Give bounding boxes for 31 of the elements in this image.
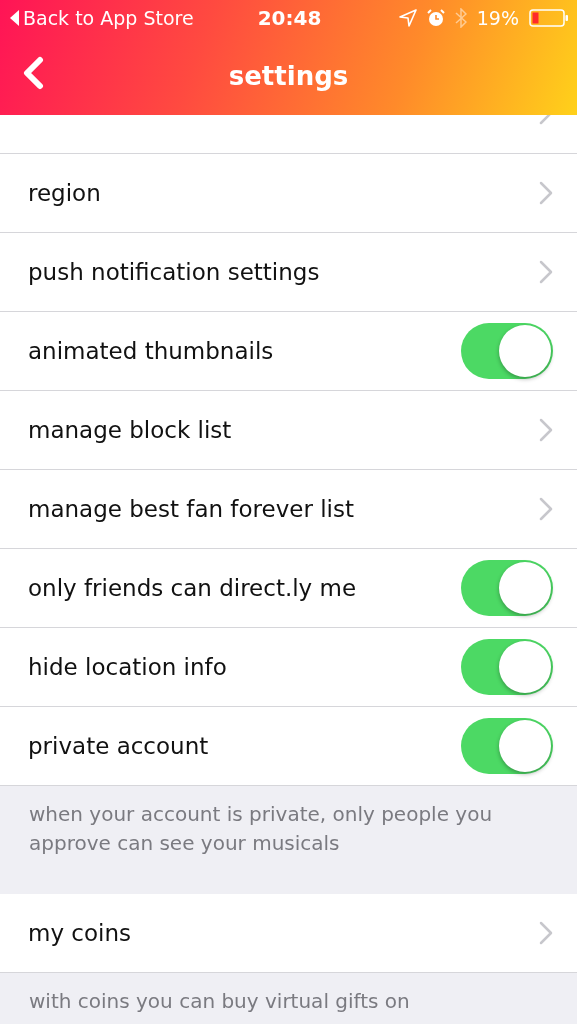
alarm-clock-icon <box>426 9 445 27</box>
chevron-icon <box>539 260 553 284</box>
toggle-switch[interactable] <box>461 639 553 695</box>
row-label: private account <box>28 733 210 759</box>
row-label: region <box>28 180 102 206</box>
row-label: animated thumbnails <box>28 338 275 364</box>
back-to-app-link[interactable]: Back to App Store <box>23 7 194 29</box>
back-button[interactable] <box>22 56 44 90</box>
row-label: my coins <box>28 920 132 946</box>
chevron-icon <box>539 921 553 945</box>
chevron-icon <box>539 181 553 205</box>
row-label: hide location info <box>28 654 228 680</box>
toggle-switch[interactable] <box>461 323 553 379</box>
section-footnote: when your account is private, only people you approve can see your musicals <box>29 801 494 857</box>
section-footnote: with coins you can buy virtual gifts on <box>29 988 411 1015</box>
screen-title: settings <box>228 60 349 91</box>
row-label: manage best fan forever list <box>28 496 355 522</box>
row-label: push notification settings <box>28 259 321 285</box>
battery-percent: 19% <box>476 7 519 29</box>
row-label: manage block list <box>28 417 233 443</box>
row-label: only friends can direct.ly me <box>28 575 358 601</box>
chevron-icon <box>539 418 553 442</box>
clock-time: 20:48 <box>257 6 322 30</box>
location-arrow-icon <box>398 9 417 27</box>
chevron-icon <box>539 497 553 521</box>
back-chevron-icon <box>22 56 44 90</box>
back-triangle-icon <box>10 10 19 26</box>
battery-icon <box>529 9 569 27</box>
toggle-switch[interactable] <box>461 560 553 616</box>
toggle-switch[interactable] <box>461 718 553 774</box>
bluetooth-icon <box>454 8 467 28</box>
